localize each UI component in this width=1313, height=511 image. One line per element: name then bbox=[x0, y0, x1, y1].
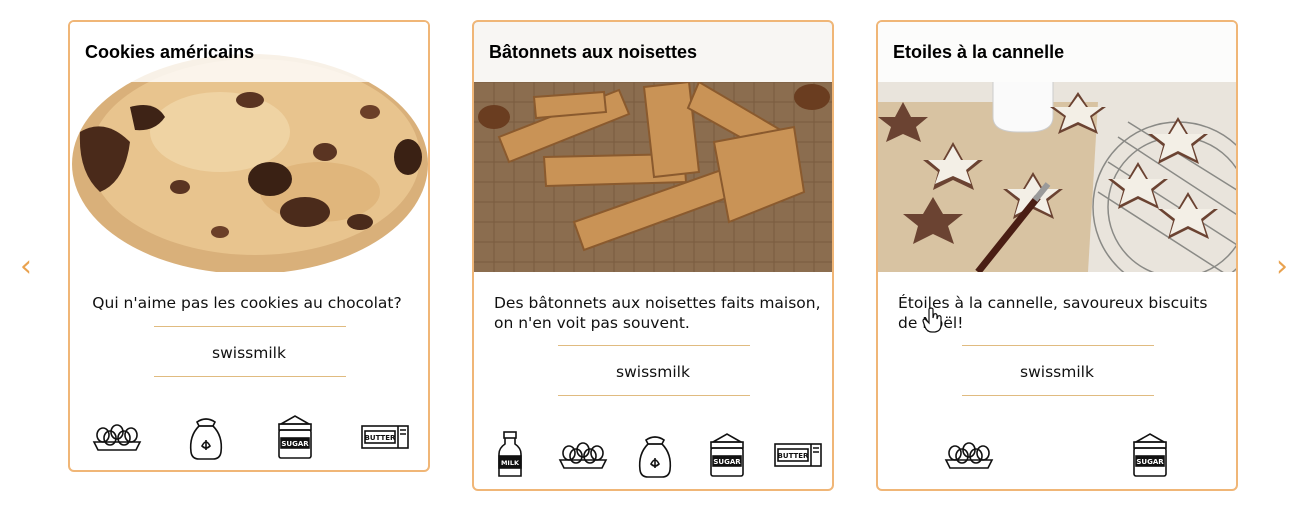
recipe-title[interactable]: Etoiles à la cannelle bbox=[893, 42, 1064, 63]
milk-icon-label: MILK bbox=[501, 459, 520, 467]
carousel-prev-button[interactable]: ‹ bbox=[16, 252, 36, 282]
divider bbox=[558, 345, 750, 346]
recipe-title[interactable]: Bâtonnets aux noisettes bbox=[489, 42, 697, 63]
divider bbox=[154, 326, 346, 327]
flour-icon bbox=[636, 432, 674, 480]
butter-icon-label: BUTTER bbox=[365, 434, 397, 442]
recipe-card[interactable]: Cookies américains Qui n'aime pas les co… bbox=[68, 20, 430, 472]
divider bbox=[558, 395, 750, 396]
carousel-next-button[interactable]: › bbox=[1272, 252, 1292, 282]
hand-cursor-icon bbox=[922, 307, 944, 337]
recipe-description: Étoiles à la cannelle, savoureux biscuit… bbox=[898, 294, 1208, 332]
butter-icon: BUTTER bbox=[360, 422, 410, 452]
divider bbox=[154, 376, 346, 377]
sugar-icon-label: SUGAR bbox=[1136, 458, 1164, 466]
recipe-source-link[interactable]: swissmilk bbox=[70, 344, 428, 362]
divider bbox=[962, 395, 1154, 396]
eggs-icon bbox=[944, 436, 994, 472]
sugar-icon-label: SUGAR bbox=[713, 458, 741, 466]
sugar-icon: SUGAR bbox=[1130, 432, 1170, 480]
recipe-title[interactable]: Cookies américains bbox=[85, 42, 254, 63]
sugar-icon: SUGAR bbox=[275, 414, 315, 462]
eggs-icon bbox=[92, 418, 142, 454]
recipe-description: Qui n'aime pas les cookies au chocolat? bbox=[92, 294, 402, 312]
butter-icon: BUTTER bbox=[773, 440, 823, 470]
butter-icon-label: BUTTER bbox=[778, 452, 810, 460]
recipe-card[interactable]: Etoiles à la cannelle Étoiles à la canne… bbox=[876, 20, 1238, 491]
divider bbox=[962, 345, 1154, 346]
recipe-source-link[interactable]: swissmilk bbox=[878, 363, 1236, 381]
flour-icon bbox=[187, 414, 225, 462]
milk-icon: MILK bbox=[496, 430, 524, 480]
sugar-icon: SUGAR bbox=[707, 432, 747, 480]
recipe-description: Des bâtonnets aux noisettes faits maison… bbox=[494, 294, 821, 332]
eggs-icon bbox=[558, 436, 608, 472]
recipe-source-link[interactable]: swissmilk bbox=[474, 363, 832, 381]
recipe-card[interactable]: Bâtonnets aux noisettes Des bâtonnets au… bbox=[472, 20, 834, 491]
sugar-icon-label: SUGAR bbox=[281, 440, 309, 448]
